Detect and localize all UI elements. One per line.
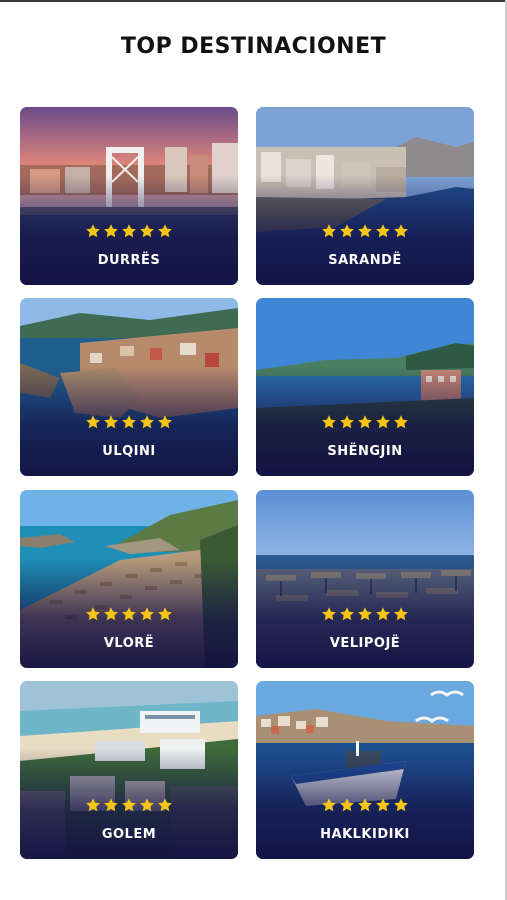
star-icon: [394, 415, 408, 429]
star-icon: [104, 798, 118, 812]
destination-name: HAKLKIDIKI: [320, 827, 410, 842]
star-icon: [140, 607, 154, 621]
star-icon: [104, 415, 118, 429]
destination-name: SARANDË: [328, 253, 402, 268]
star-icon: [322, 798, 336, 812]
star-icon: [340, 415, 354, 429]
star-icon: [322, 415, 336, 429]
rating-stars: [256, 414, 474, 430]
star-icon: [340, 798, 354, 812]
destination-name: SHËNGJIN: [327, 444, 403, 459]
star-icon: [86, 798, 100, 812]
star-icon: [358, 224, 372, 238]
destination-name: ULQINI: [102, 444, 156, 459]
rating-stars: [20, 606, 238, 622]
rating-stars: [20, 414, 238, 430]
star-icon: [358, 607, 372, 621]
star-icon: [86, 415, 100, 429]
rating-stars: [20, 797, 238, 813]
star-icon: [104, 607, 118, 621]
destination-card-shengjin[interactable]: SHËNGJIN: [256, 298, 474, 476]
star-icon: [376, 798, 390, 812]
destination-name: VLORË: [103, 636, 155, 651]
star-icon: [158, 224, 172, 238]
star-icon: [376, 607, 390, 621]
star-icon: [140, 415, 154, 429]
star-icon: [394, 798, 408, 812]
star-icon: [322, 607, 336, 621]
destination-card-ulqini[interactable]: ULQINI: [20, 298, 238, 476]
star-icon: [86, 224, 100, 238]
star-icon: [376, 415, 390, 429]
destination-name: GOLEM: [101, 827, 157, 842]
star-icon: [104, 224, 118, 238]
star-icon: [340, 607, 354, 621]
star-icon: [394, 607, 408, 621]
destination-card-sarande[interactable]: SARANDË: [256, 107, 474, 285]
star-icon: [158, 607, 172, 621]
destination-name: VELIPOJË: [329, 636, 401, 651]
star-icon: [358, 798, 372, 812]
rating-stars: [256, 606, 474, 622]
destination-card-haklkidiki[interactable]: HAKLKIDIKI: [256, 681, 474, 859]
star-icon: [122, 798, 136, 812]
destination-name: DURRËS: [97, 253, 161, 268]
destination-card-velipoje[interactable]: VELIPOJË: [256, 490, 474, 668]
star-icon: [140, 224, 154, 238]
star-icon: [86, 607, 100, 621]
star-icon: [122, 607, 136, 621]
star-icon: [340, 224, 354, 238]
star-icon: [394, 224, 408, 238]
star-icon: [158, 415, 172, 429]
star-icon: [322, 224, 336, 238]
star-icon: [122, 224, 136, 238]
destination-card-durres[interactable]: DURRËS: [20, 107, 238, 285]
star-icon: [140, 798, 154, 812]
star-icon: [122, 415, 136, 429]
destination-card-golem[interactable]: GOLEM: [20, 681, 238, 859]
rating-stars: [20, 223, 238, 239]
destination-card-vlore[interactable]: VLORË: [20, 490, 238, 668]
star-icon: [376, 224, 390, 238]
top-border: [0, 0, 507, 2]
rating-stars: [256, 797, 474, 813]
star-icon: [158, 798, 172, 812]
page-title: TOP DESTINACIONET: [120, 34, 387, 59]
star-icon: [358, 415, 372, 429]
rating-stars: [256, 223, 474, 239]
